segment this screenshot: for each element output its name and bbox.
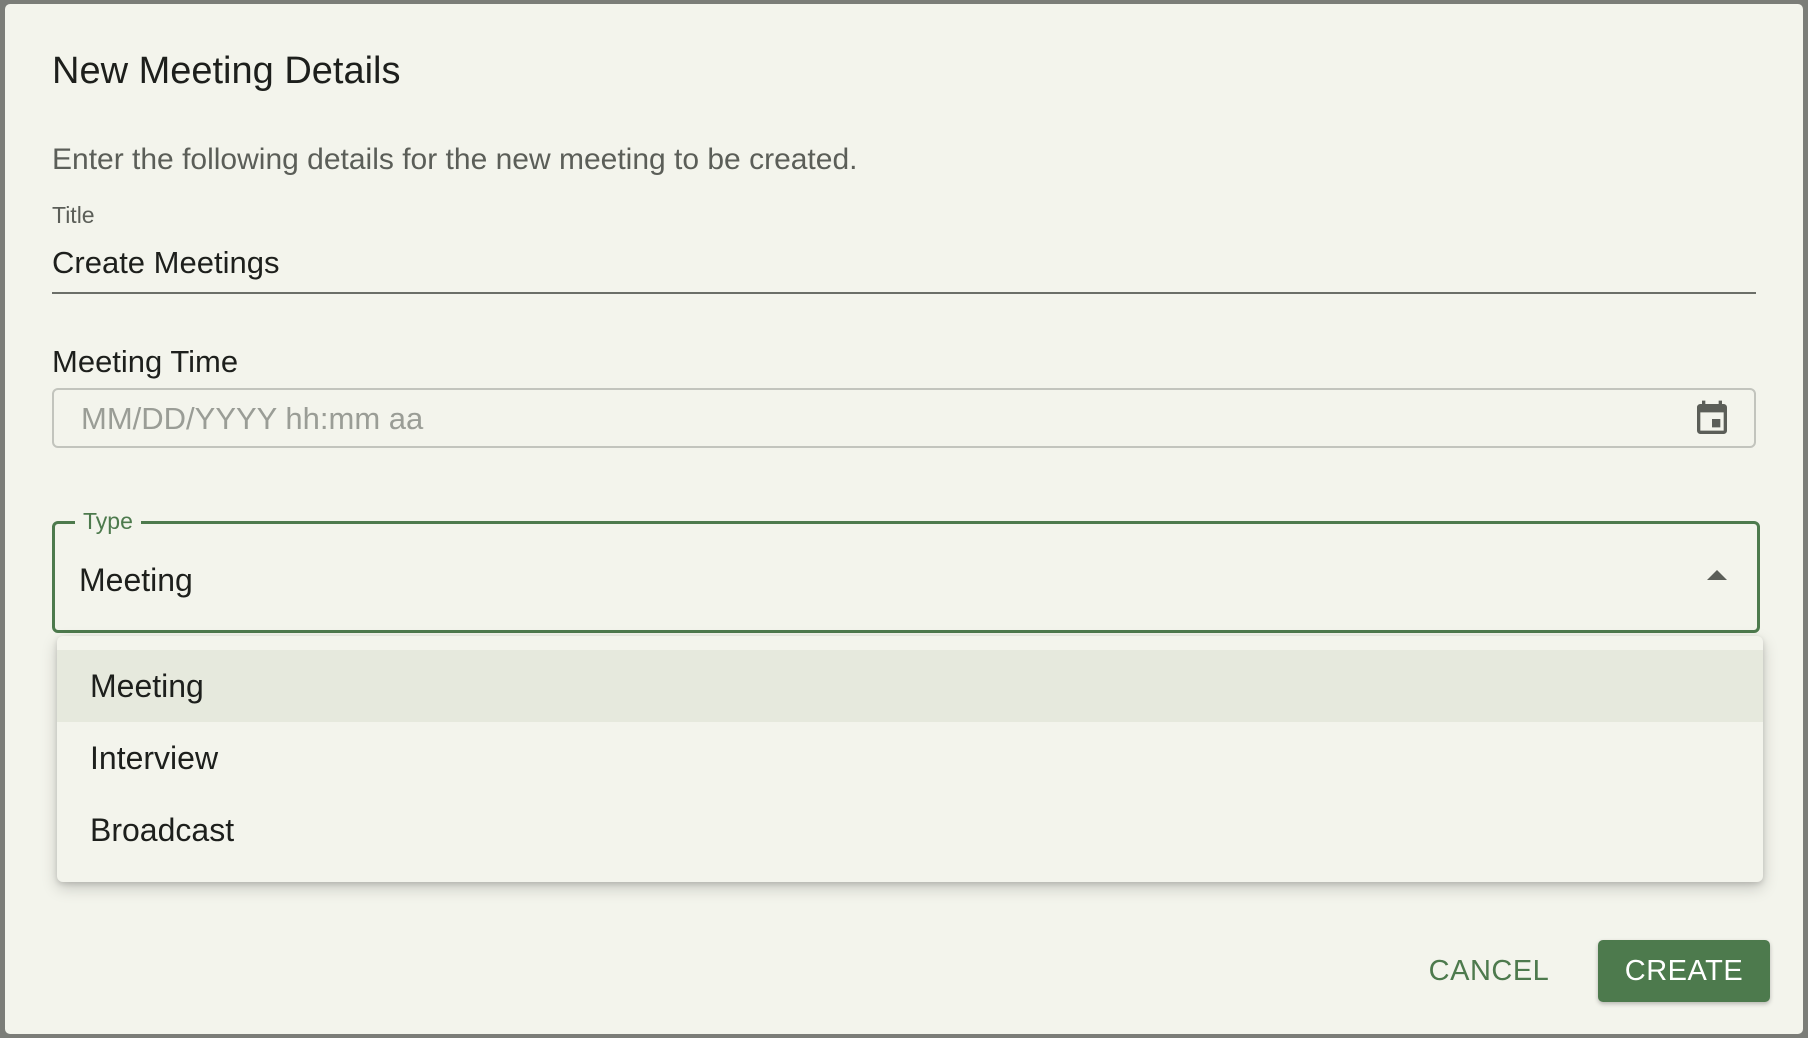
type-dropdown-menu: Meeting Interview Broadcast — [57, 636, 1763, 882]
title-input[interactable]: Create Meetings — [52, 241, 1756, 294]
title-field-label: Title — [52, 202, 95, 228]
type-field-label: Type — [75, 506, 141, 536]
menu-option-meeting[interactable]: Meeting — [57, 650, 1763, 722]
dialog-description: Enter the following details for the new … — [52, 143, 858, 176]
type-select[interactable]: Type Meeting — [52, 506, 1760, 633]
menu-option-interview[interactable]: Interview — [57, 722, 1763, 794]
caret-up-icon[interactable] — [1707, 570, 1727, 580]
new-meeting-dialog: New Meeting Details Enter the following … — [5, 4, 1803, 1034]
type-selected-value: Meeting — [79, 562, 193, 598]
cancel-button[interactable]: CANCEL — [1410, 940, 1568, 1002]
meeting-time-placeholder: MM/DD/YYYY hh:mm aa — [81, 401, 424, 436]
menu-option-broadcast[interactable]: Broadcast — [57, 794, 1763, 866]
dialog-actions: CANCEL CREATE — [5, 940, 1803, 1004]
dialog-title: New Meeting Details — [52, 50, 401, 92]
meeting-time-input[interactable]: MM/DD/YYYY hh:mm aa — [52, 388, 1756, 448]
calendar-icon[interactable] — [1692, 398, 1732, 440]
meeting-time-label: Meeting Time — [52, 344, 239, 379]
create-button[interactable]: CREATE — [1598, 940, 1770, 1002]
